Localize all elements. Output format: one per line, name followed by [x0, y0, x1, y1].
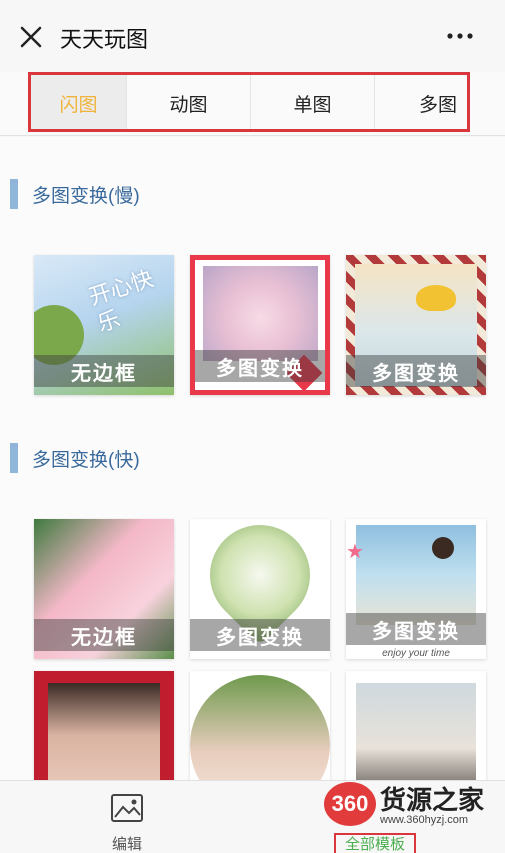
watermark-badge: 360: [324, 782, 376, 826]
thumbnail-caption: 多图变换: [190, 619, 330, 651]
beach-photo: [356, 525, 476, 625]
template-thumbnail[interactable]: 开心快乐 无边框: [34, 255, 174, 395]
category-tabs: 闪图 动图 单图 多图: [0, 72, 505, 136]
watermark: 360 货源之家 www.360hyzj.com: [318, 778, 505, 834]
tab-flash[interactable]: 闪图: [31, 75, 127, 131]
page-title: 天天玩图: [60, 27, 149, 52]
tab-multi[interactable]: 多图: [375, 75, 467, 131]
watermark-name: 货源之家: [380, 785, 485, 815]
section-title-text: 多图变换(快): [32, 449, 140, 471]
template-thumbnail[interactable]: 多图变换: [190, 255, 330, 395]
tab-animated[interactable]: 动图: [127, 75, 251, 131]
close-icon[interactable]: [18, 24, 44, 50]
section-title-slow: 多图变换(慢): [10, 179, 140, 209]
more-options-icon[interactable]: [445, 26, 475, 46]
tab-single[interactable]: 单图: [251, 75, 375, 131]
star-decoration: ★: [346, 541, 364, 563]
section-title-text: 多图变换(慢): [32, 185, 140, 207]
template-list: 多图变换(慢) 开心快乐 无边框 多图变换 多图变换 多图变换(快) 无边框 多…: [0, 137, 505, 780]
edit-button[interactable]: 编辑: [92, 789, 162, 853]
template-thumbnail[interactable]: 无边框: [34, 519, 174, 659]
thumbnail-caption: 多图变换: [346, 355, 486, 387]
thumbnail-caption: 无边框: [34, 619, 174, 651]
circle-portrait-photo: [190, 675, 330, 780]
flower-photo: [203, 266, 318, 361]
template-thumbnail[interactable]: [190, 671, 330, 780]
thumbnail-caption: 多图变换: [346, 613, 486, 645]
section-title-fast: 多图变换(快): [10, 443, 140, 473]
thumbnail-caption: 多图变换: [195, 350, 325, 382]
thumbnail-subtext: enjoy your time: [382, 648, 450, 659]
section-marker: [10, 443, 18, 473]
thumbnail-caption: 无边框: [34, 355, 174, 387]
template-thumbnail[interactable]: [34, 671, 174, 780]
template-thumbnail[interactable]: ★ 多图变换 enjoy your time: [346, 519, 486, 659]
template-thumbnail[interactable]: 多图变换: [346, 255, 486, 395]
edit-label: 编辑: [111, 836, 142, 853]
template-thumbnail[interactable]: 多图变换: [190, 519, 330, 659]
portrait-photo: [48, 683, 160, 780]
image-edit-icon: [111, 794, 143, 822]
all-templates-button[interactable]: 全部模板: [334, 833, 416, 853]
watermark-url: www.360hyzj.com: [380, 814, 469, 826]
flower-shape: [416, 285, 456, 311]
template-thumbnail[interactable]: [346, 671, 486, 780]
polaroid-portrait-photo: [356, 683, 476, 780]
section-marker: [10, 179, 18, 209]
person-shape: [432, 537, 454, 559]
title-bar: 天天玩图: [0, 0, 505, 72]
thumbnail-overlay-text: 开心快乐: [85, 265, 157, 337]
